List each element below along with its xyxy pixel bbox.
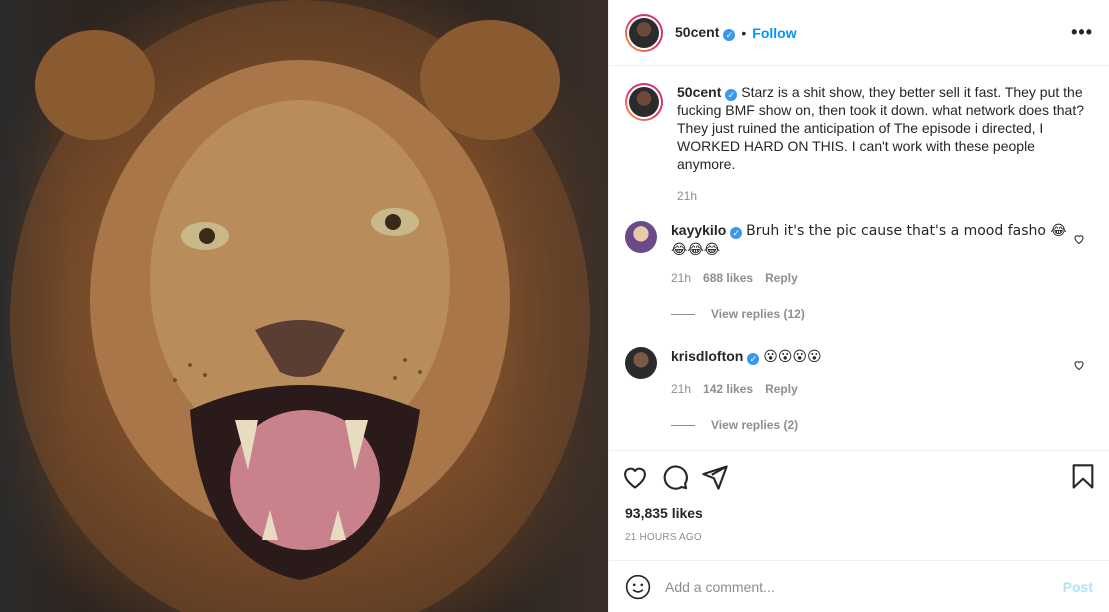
verified-badge-icon: ✓ [725, 89, 738, 101]
comment-avatar[interactable] [625, 221, 657, 253]
follow-button[interactable]: Follow [752, 25, 796, 41]
comment-icon[interactable] [661, 463, 689, 491]
caption-meta: 21h [677, 189, 1093, 203]
reply-button[interactable]: Reply [765, 271, 798, 285]
comment-like-heart-icon[interactable] [1073, 359, 1085, 371]
view-replies-button[interactable]: View replies (12) [671, 307, 1067, 321]
author-username[interactable]: 50cent [675, 24, 719, 40]
comment-input[interactable] [665, 578, 1063, 595]
comment-like-heart-icon[interactable] [1073, 233, 1085, 245]
comment-username[interactable]: kayykilo [671, 222, 726, 238]
share-icon[interactable] [701, 463, 729, 491]
post-header: 50cent ✓ • Follow ••• [609, 0, 1109, 66]
header-separator: • [741, 24, 747, 41]
view-replies-label: View replies (12) [711, 307, 805, 321]
comment-likes[interactable]: 142 likes [703, 382, 753, 396]
comments-list[interactable]: 50cent ✓ Starz is a shit show, they bette… [609, 67, 1109, 450]
caption-text-block: 50cent ✓ Starz is a shit show, they bette… [677, 83, 1093, 173]
caption-username[interactable]: 50cent [677, 84, 721, 100]
add-comment-bar: Post [609, 561, 1109, 612]
post-comment-button[interactable]: Post [1063, 579, 1093, 595]
caption-time[interactable]: 21h [677, 189, 697, 203]
author-avatar[interactable] [625, 13, 663, 52]
comment-time[interactable]: 21h [671, 271, 691, 285]
verified-badge-icon: ✓ [747, 353, 760, 365]
replies-divider [671, 313, 695, 315]
more-icon[interactable]: ••• [1071, 22, 1093, 43]
view-replies-button[interactable]: View replies (2) [671, 418, 1067, 432]
bookmark-icon[interactable] [1069, 463, 1097, 491]
post-time[interactable]: 21 HOURS AGO [625, 532, 702, 543]
comment-row: krisdlofton ✓ 😮😮😮😮 21h 142 likes Reply Vi… [625, 347, 1093, 432]
smiley-icon[interactable] [625, 574, 651, 600]
comment-text-block: kayykilo ✓ Bruh it's the pic cause that's… [671, 221, 1067, 259]
post-side-panel: 50cent ✓ • Follow ••• 50cent ✓ Starz is a … [608, 0, 1109, 612]
avatar-photo [629, 17, 659, 48]
author-username-wrap: 50cent ✓ [675, 24, 736, 41]
actions-divider [609, 450, 1109, 451]
reply-button[interactable]: Reply [765, 382, 798, 396]
verified-badge-icon: ✓ [723, 29, 736, 41]
comment-text-block: krisdlofton ✓ 😮😮😮😮 [671, 347, 1067, 366]
replies-divider [671, 424, 695, 426]
view-replies-label: View replies (2) [711, 418, 799, 432]
likes-count[interactable]: 93,835 likes [625, 505, 703, 521]
comment-likes[interactable]: 688 likes [703, 271, 753, 285]
comment-meta: 21h 688 likes Reply [671, 271, 1067, 285]
caption-text: Starz is a shit show, they better sell i… [677, 84, 1084, 172]
comment-row: kayykilo ✓ Bruh it's the pic cause that's… [625, 221, 1093, 321]
comment-avatar[interactable] [625, 347, 657, 379]
comment-text: 😮😮😮😮 [763, 349, 822, 365]
action-bar [621, 462, 1097, 492]
comment-username[interactable]: krisdlofton [671, 348, 743, 364]
post-image[interactable] [0, 0, 608, 612]
caption-avatar[interactable] [625, 83, 663, 121]
verified-badge-icon: ✓ [730, 227, 743, 239]
comment-meta: 21h 142 likes Reply [671, 382, 1067, 396]
avatar-photo [629, 87, 659, 117]
comment-time[interactable]: 21h [671, 382, 691, 396]
caption-row: 50cent ✓ Starz is a shit show, they bette… [625, 83, 1093, 203]
heart-icon[interactable] [621, 463, 649, 491]
lion-illustration [10, 0, 590, 612]
